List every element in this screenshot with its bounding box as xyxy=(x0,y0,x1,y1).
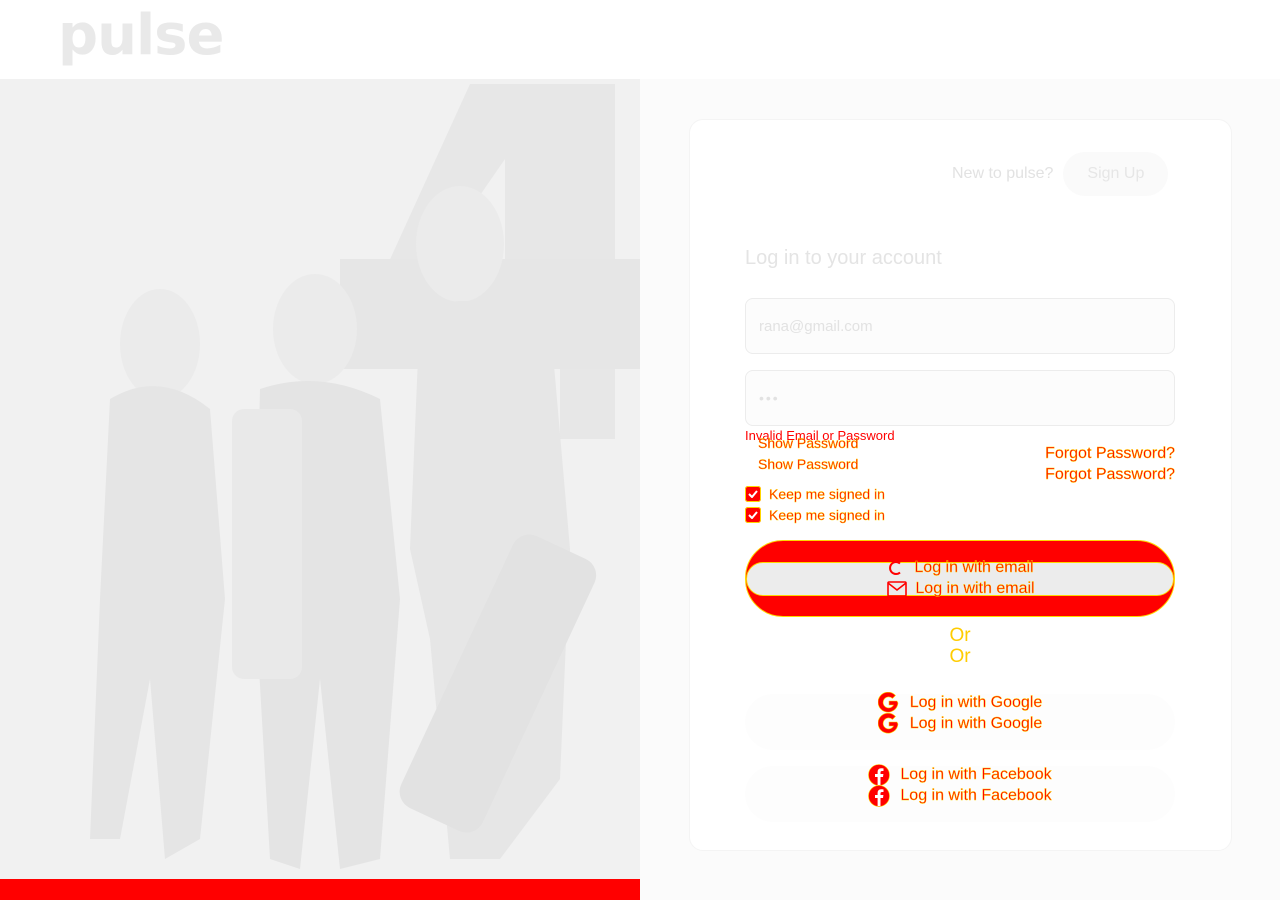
facebook-button-label: Log in with Facebook xyxy=(900,766,1052,783)
email-button-label-row: Log in with email xyxy=(746,559,1176,577)
email-button-label-row-duplicate: Log in with email xyxy=(746,580,1176,598)
keep-signed-in-checkbox-duplicate[interactable]: Keep me signed in xyxy=(745,507,885,523)
keep-signed-in-label: Keep me signed in xyxy=(769,486,885,502)
email-button-label: Log in with email xyxy=(914,559,1034,576)
login-with-email-button[interactable]: Log in with email Log in with email xyxy=(745,540,1175,617)
email-button-label: Log in with email xyxy=(915,580,1035,597)
checkbox-checked-icon xyxy=(745,507,761,523)
new-user-prompt: New to pulse? xyxy=(952,165,1054,182)
or-divider-duplicate: Or xyxy=(949,646,971,667)
forgot-password-link-duplicate[interactable]: Forgot Password? xyxy=(1045,466,1175,484)
hero-illustration xyxy=(0,79,640,879)
keep-signed-in-label: Keep me signed in xyxy=(769,507,885,523)
facebook-button-label: Log in with Facebook xyxy=(900,787,1052,804)
facebook-button-label-row-duplicate: Log in with Facebook xyxy=(745,785,1175,807)
google-icon xyxy=(877,692,899,713)
show-password-toggle[interactable]: Show Password xyxy=(758,435,859,451)
google-button-label: Log in with Google xyxy=(909,715,1043,732)
password-value: ••• xyxy=(759,390,780,406)
google-icon xyxy=(877,713,899,734)
show-password-toggle-duplicate[interactable]: Show Password xyxy=(758,456,859,472)
pulse-logo[interactable]: pulse xyxy=(58,8,224,64)
signup-row: New to pulse? Sign Up xyxy=(952,152,1169,196)
facebook-icon xyxy=(868,785,891,807)
keep-signed-in-checkbox[interactable]: Keep me signed in xyxy=(745,486,885,502)
facebook-icon xyxy=(868,764,891,786)
facebook-button-label-row: Log in with Facebook xyxy=(745,764,1175,786)
google-button-label-row-duplicate: Log in with Google xyxy=(745,713,1175,735)
loading-spinner-icon xyxy=(889,561,902,575)
google-button-label-row: Log in with Google xyxy=(745,692,1175,714)
login-title: Log in to your account xyxy=(745,247,942,269)
forgot-password-link[interactable]: Forgot Password? xyxy=(1045,445,1175,463)
email-field[interactable]: rana@gmail.com xyxy=(745,298,1175,354)
envelope-icon xyxy=(887,581,908,597)
hero-image xyxy=(0,79,640,879)
checkbox-checked-icon xyxy=(745,486,761,502)
hero-footer-bar xyxy=(0,879,640,900)
google-button-label: Log in with Google xyxy=(909,694,1043,711)
top-header: pulse xyxy=(0,0,1280,79)
sign-up-button[interactable]: Sign Up xyxy=(1063,152,1169,196)
password-field[interactable]: ••• xyxy=(745,370,1175,426)
email-value: rana@gmail.com xyxy=(759,317,873,335)
or-divider: Or xyxy=(949,625,971,646)
